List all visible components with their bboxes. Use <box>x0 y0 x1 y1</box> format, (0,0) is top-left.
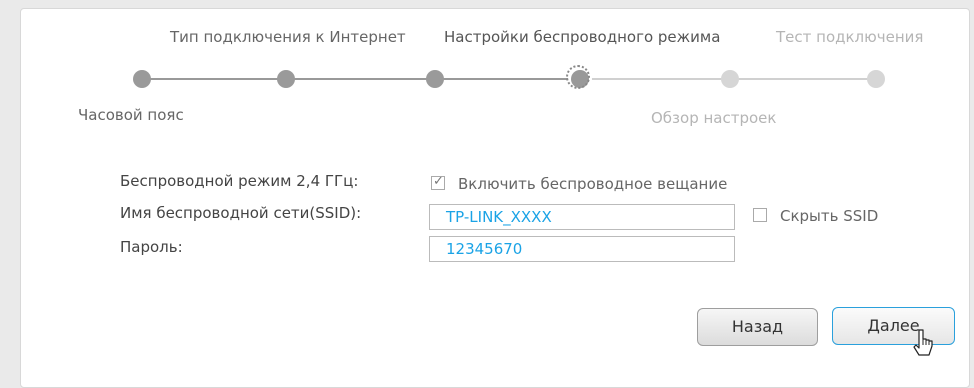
mouse-cursor-icon <box>913 329 933 356</box>
hide-ssid-checkbox-label[interactable]: Скрыть SSID <box>780 207 878 225</box>
progress-track-done <box>142 78 580 80</box>
broadcast-checkbox-label[interactable]: Включить беспроводное вещание <box>458 175 727 193</box>
ssid-label: Имя беспроводной сети(SSID): <box>120 204 362 222</box>
step-dot-wireless-current <box>566 65 590 89</box>
password-input[interactable]: 12345670 <box>429 236 735 262</box>
step-label-connection-test: Тест подключения <box>776 28 924 46</box>
step-dot-3 <box>426 70 444 88</box>
step-label-wireless-settings: Настройки беспроводного режима <box>444 28 721 46</box>
next-button[interactable]: Далее <box>832 307 955 345</box>
step-label-connection-type: Тип подключения к Интернет <box>170 28 406 46</box>
step-label-timezone: Часовой пояс <box>78 106 184 124</box>
step-dot-summary <box>721 70 739 88</box>
step-dot-connection-type <box>277 70 295 88</box>
checkmark-icon: ✓ <box>433 174 444 189</box>
wizard-panel <box>20 8 970 388</box>
step-label-summary: Обзор настроек <box>651 109 777 127</box>
broadcast-checkbox[interactable]: ✓ <box>431 174 445 190</box>
step-dot-timezone <box>133 70 151 88</box>
wireless-mode-label: Беспроводной режим 2,4 ГГц: <box>120 172 359 190</box>
step-dot-connection-test <box>867 70 885 88</box>
ssid-input[interactable]: TP-LINK_XXXX <box>429 204 735 230</box>
password-label: Пароль: <box>120 238 183 256</box>
back-button[interactable]: Назад <box>697 308 818 346</box>
hide-ssid-checkbox[interactable] <box>753 208 767 222</box>
